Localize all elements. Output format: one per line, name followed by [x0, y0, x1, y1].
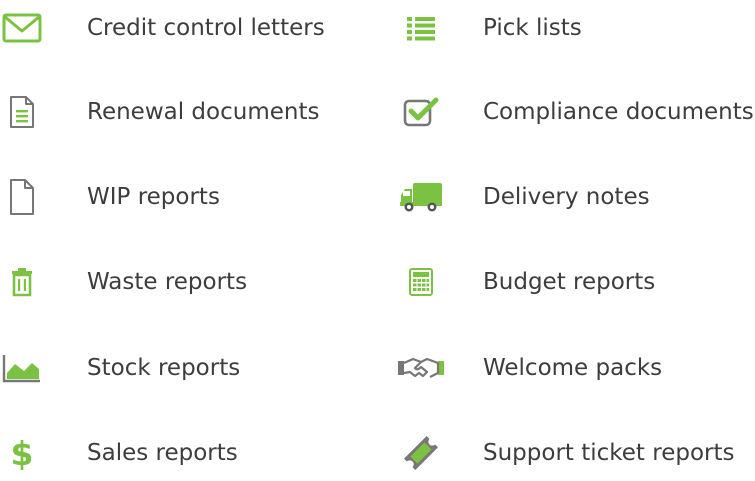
calculator-icon	[391, 257, 451, 307]
list-item-stock-reports: Stock reports	[0, 340, 380, 396]
list-item-delivery-notes: Delivery notes	[400, 169, 755, 225]
list-icon	[391, 3, 451, 53]
item-label: Budget reports	[483, 268, 656, 295]
document-lines-icon	[0, 87, 52, 137]
list-item-budget-reports: Budget reports	[400, 254, 755, 310]
item-label: Sales reports	[87, 439, 238, 466]
item-label: Support ticket reports	[483, 439, 735, 466]
handshake-icon	[391, 343, 451, 393]
item-label: Credit control letters	[87, 14, 325, 41]
item-label: Compliance documents	[483, 98, 754, 125]
checkbox-icon	[391, 87, 451, 137]
list-item-wip-reports: WIP reports	[0, 169, 380, 225]
item-label: Renewal documents	[87, 98, 320, 125]
area-chart-icon	[0, 343, 52, 393]
item-label: Stock reports	[87, 354, 241, 381]
truck-icon	[391, 172, 451, 222]
list-item-sales-reports: $ Sales reports	[0, 425, 380, 481]
dollar-icon: $	[0, 428, 52, 478]
list-item-waste-reports: Waste reports	[0, 254, 380, 310]
list-item-welcome-packs: Welcome packs	[398, 340, 755, 396]
svg-text:$: $	[11, 435, 33, 471]
item-label: Pick lists	[483, 14, 582, 41]
list-item-pick-lists: Pick lists	[400, 0, 755, 56]
blank-document-icon	[0, 172, 52, 222]
list-item-renewal-documents: Renewal documents	[0, 84, 380, 140]
envelope-icon	[0, 3, 52, 53]
item-label: Waste reports	[87, 268, 248, 295]
item-label: WIP reports	[87, 183, 220, 210]
ticket-icon	[391, 428, 451, 478]
item-label: Welcome packs	[483, 354, 663, 381]
list-item-credit-control-letters: Credit control letters	[0, 0, 380, 56]
list-item-compliance-documents: Compliance documents	[400, 84, 755, 140]
item-label: Delivery notes	[483, 183, 650, 210]
trash-icon	[0, 257, 52, 307]
list-item-support-ticket-reports: Support ticket reports	[400, 425, 755, 481]
